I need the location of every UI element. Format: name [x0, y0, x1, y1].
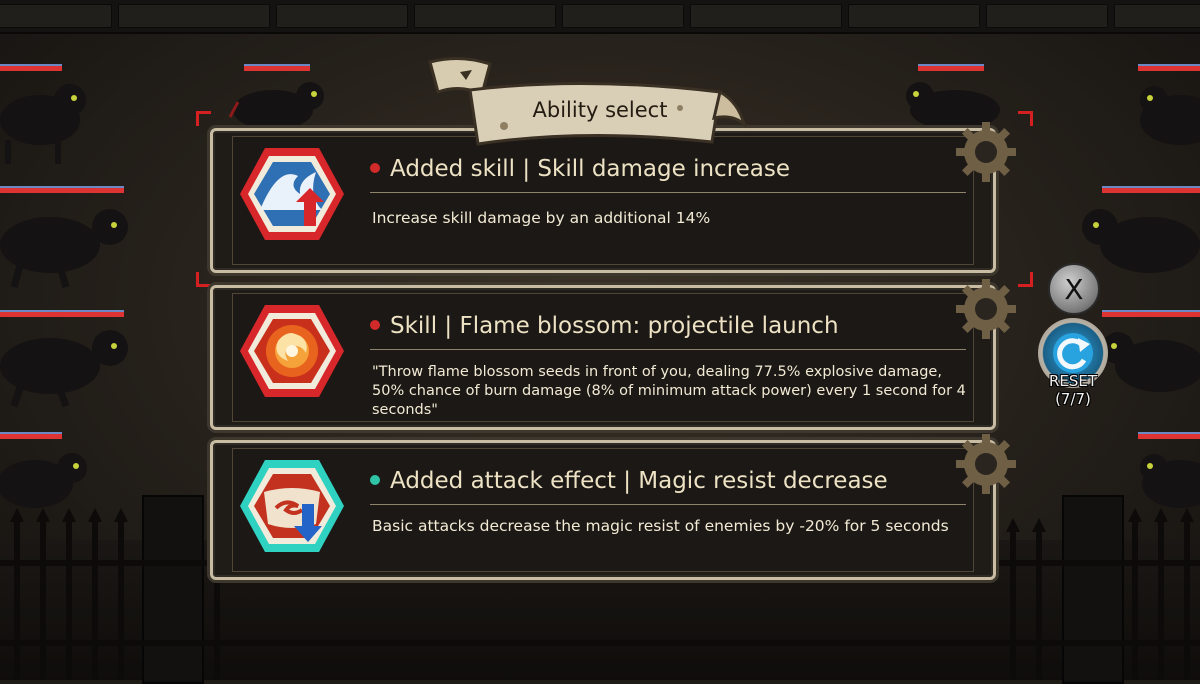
card-title: Added attack effect | Magic resist decre…	[390, 468, 888, 494]
enemy-health-bar	[1138, 64, 1200, 71]
card-title: Skill | Flame blossom: projectile launch	[390, 313, 839, 339]
card-description: "Throw flame blossom seeds in front of y…	[372, 364, 966, 418]
fence-pillar	[1062, 495, 1124, 684]
fence-pillar	[142, 495, 204, 684]
card-description: Increase skill damage by an additional 1…	[372, 209, 711, 227]
close-label: X	[1064, 272, 1084, 306]
gear-icon	[956, 279, 1016, 339]
reset-label-group: RESET (7/7)	[1030, 372, 1116, 408]
magic-resist-decrease-icon	[238, 458, 346, 554]
flame-blossom-icon	[238, 303, 346, 399]
enemy-cat-sprite	[1082, 209, 1200, 273]
ability-card-3[interactable]: Added attack effect | Magic resist decre…	[210, 434, 1016, 580]
reset-count: (7/7)	[1055, 390, 1091, 408]
enemy-health-bar	[0, 432, 62, 439]
enemy-cat-sprite	[0, 209, 128, 289]
enemy-health-bar	[1102, 186, 1200, 193]
card-description: Basic attacks decrease the magic resist …	[372, 517, 949, 535]
reset-label: RESET	[1048, 372, 1098, 390]
enemy-health-bar	[0, 186, 124, 193]
enemy-health-bar	[244, 64, 310, 71]
fence-rail	[0, 640, 1200, 646]
selection-bracket	[196, 272, 211, 287]
enemy-health-bar	[1102, 310, 1200, 317]
rarity-dot	[370, 319, 380, 330]
card-title: Added skill | Skill damage increase	[390, 156, 791, 182]
enemy-health-bar	[1138, 432, 1200, 439]
page-title: Ability select	[532, 98, 668, 122]
enemy-health-bar	[918, 64, 984, 71]
gear-icon	[956, 434, 1016, 494]
skill-damage-increase-icon	[238, 146, 346, 242]
rarity-dot	[370, 474, 380, 485]
enemy-health-bar	[0, 310, 124, 317]
wall-top	[0, 0, 1200, 34]
close-button[interactable]: X	[1048, 263, 1100, 315]
enemy-cat-sprite	[0, 330, 128, 408]
ability-card-2[interactable]: Skill | Flame blossom: projectile launch…	[210, 279, 1016, 430]
rarity-dot	[370, 162, 380, 173]
selection-bracket	[1018, 272, 1033, 287]
enemy-health-bar	[0, 64, 62, 71]
gear-icon	[956, 122, 1016, 182]
